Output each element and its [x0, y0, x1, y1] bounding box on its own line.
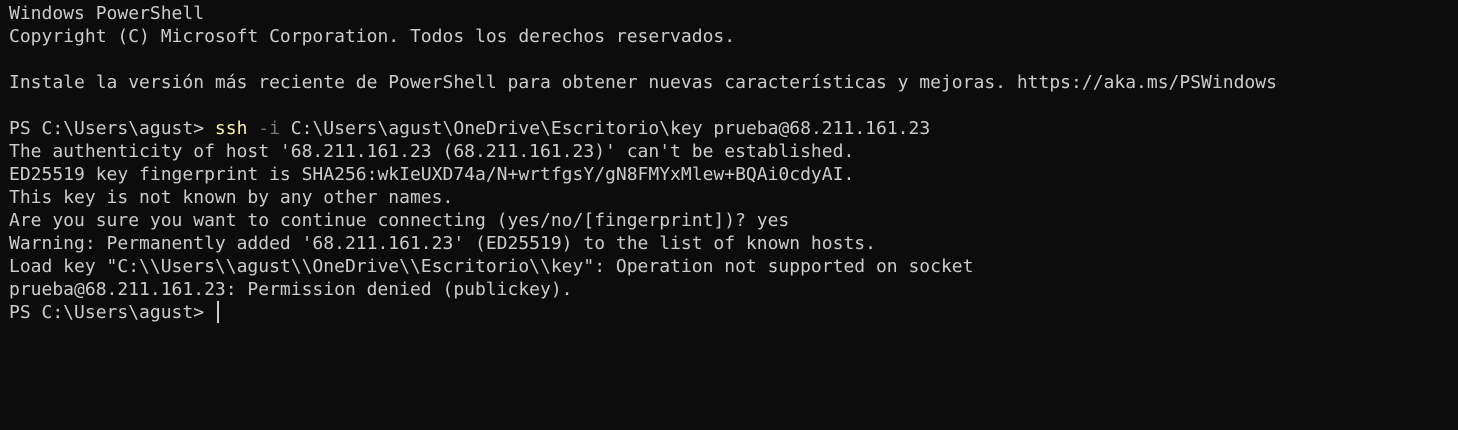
final-prompt-line[interactable]: PS C:\Users\agust>	[9, 301, 1458, 324]
command-line: PS C:\Users\agust> ssh -i C:\Users\agust…	[9, 117, 1458, 140]
output-line: Load key "C:\\Users\\agust\\OneDrive\\Es…	[9, 256, 974, 277]
command-name: ssh	[214, 118, 248, 139]
prompt-text: PS C:\Users\agust>	[9, 118, 215, 139]
header-line-copyright: Copyright (C) Microsoft Corporation. Tod…	[9, 26, 736, 47]
output-line: Warning: Permanently added '68.211.161.2…	[9, 233, 876, 254]
output-line: ED25519 key fingerprint is SHA256:wkIeUX…	[9, 164, 855, 185]
terminal-window[interactable]: Windows PowerShell Copyright (C) Microso…	[0, 0, 1458, 430]
output-line: This key is not known by any other names…	[9, 187, 454, 208]
output-line: Are you sure you want to continue connec…	[9, 210, 790, 231]
final-prompt-text: PS C:\Users\agust>	[9, 302, 215, 323]
output-line: prueba@68.211.161.23: Permission denied …	[9, 279, 573, 300]
text-cursor	[216, 301, 219, 323]
command-param: -i	[258, 118, 280, 139]
output-line: The authenticity of host '68.211.161.23 …	[9, 141, 855, 162]
header-line-title: Windows PowerShell	[9, 3, 205, 24]
upgrade-notice: Instale la versión más reciente de Power…	[9, 72, 1277, 93]
command-args: C:\Users\agust\OneDrive\Escritorio\key p…	[290, 118, 931, 139]
